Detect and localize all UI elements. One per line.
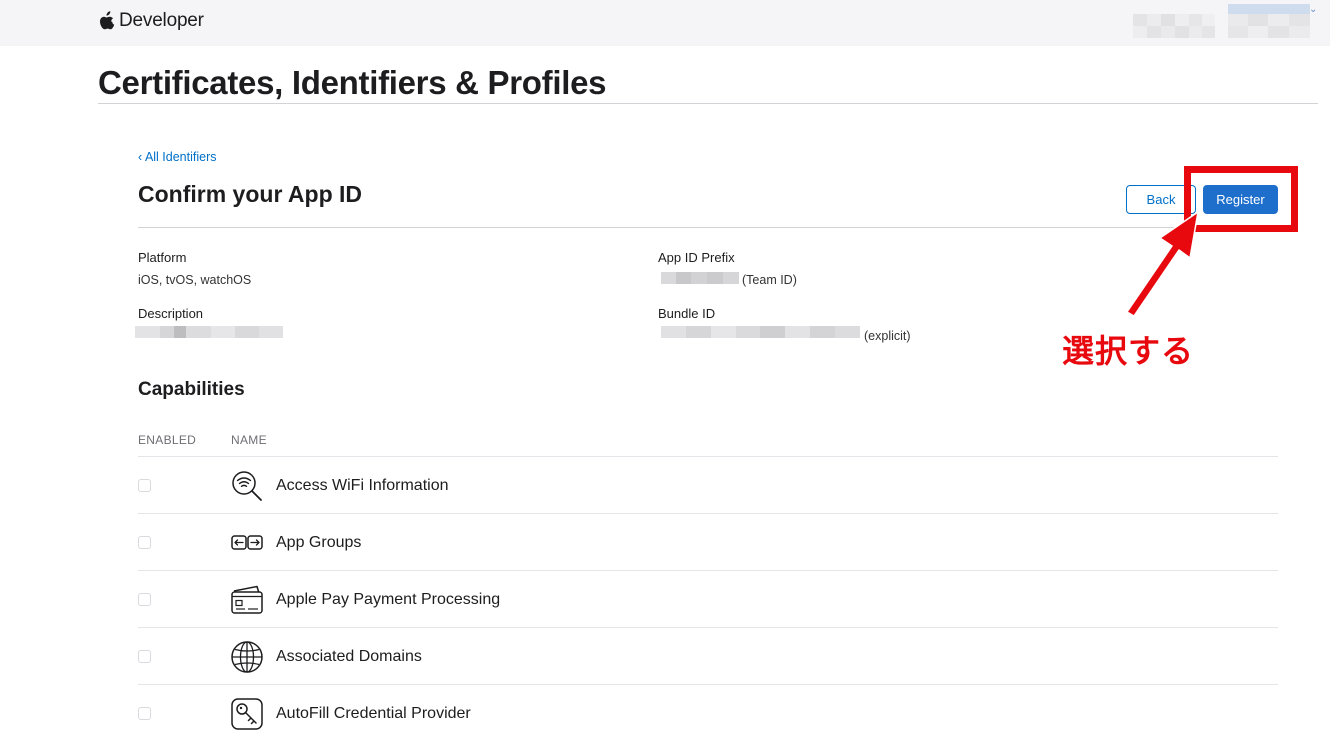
payment-card-icon (231, 585, 263, 614)
capability-checkbox[interactable] (138, 536, 151, 549)
bundle-id-suffix: (explicit) (864, 329, 911, 343)
capability-row: Associated Domains (138, 627, 1278, 684)
capability-name: Access WiFi Information (276, 477, 449, 494)
capability-name: Associated Domains (276, 648, 422, 665)
capability-checkbox[interactable] (138, 593, 151, 606)
description-value-redacted (135, 326, 283, 338)
capability-row: Access WiFi Information (138, 456, 1278, 513)
page-title: Certificates, Identifiers & Profiles (98, 64, 607, 101)
description-label: Description (138, 306, 204, 321)
capability-checkbox[interactable] (138, 479, 151, 492)
section-title: Confirm your App ID (138, 181, 363, 207)
app-id-prefix-suffix: (Team ID) (742, 273, 797, 287)
capability-row: AutoFill Credential Provider (138, 684, 1278, 741)
account-menu[interactable] (1228, 4, 1310, 38)
brand-label: Developer (119, 10, 204, 31)
capabilities-list: Access WiFi Information App Groups Apple… (138, 456, 1278, 741)
platform-value: iOS, tvOS, watchOS (138, 273, 252, 287)
divider (98, 103, 1318, 104)
app-id-prefix-label: App ID Prefix (658, 250, 735, 265)
global-header: Developer ⌄ (0, 0, 1330, 46)
annotation-label: 選択する (1062, 332, 1195, 370)
chevron-down-icon[interactable]: ⌄ (1309, 4, 1317, 15)
platform-label: Platform (138, 250, 187, 265)
bundle-id-redacted (661, 326, 860, 338)
capabilities-title: Capabilities (138, 379, 245, 400)
wifi-search-icon (232, 471, 262, 501)
capability-row: Apple Pay Payment Processing (138, 570, 1278, 627)
divider (138, 227, 1278, 228)
developer-home-link[interactable]: Developer (98, 9, 204, 33)
capability-checkbox[interactable] (138, 650, 151, 663)
app-id-prefix-redacted (661, 272, 739, 284)
capability-name: AutoFill Credential Provider (276, 705, 471, 722)
capability-name: App Groups (276, 534, 362, 551)
apple-logo-icon (100, 11, 115, 30)
app-groups-icon (231, 535, 263, 550)
bundle-id-label: Bundle ID (658, 306, 716, 321)
back-button[interactable]: Back (1126, 185, 1196, 214)
column-header-enabled: ENABLED (138, 433, 197, 447)
capability-checkbox[interactable] (138, 707, 151, 720)
column-header-name: NAME (231, 433, 267, 447)
key-icon (231, 698, 263, 730)
account-name-redacted (1133, 14, 1215, 38)
capability-row: App Groups (138, 513, 1278, 570)
all-identifiers-link[interactable]: ‹ All Identifiers (138, 150, 217, 164)
annotation-arrow-icon (1126, 211, 1199, 317)
register-button[interactable]: Register (1203, 185, 1278, 214)
globe-icon (231, 641, 263, 673)
capability-name: Apple Pay Payment Processing (276, 591, 501, 608)
